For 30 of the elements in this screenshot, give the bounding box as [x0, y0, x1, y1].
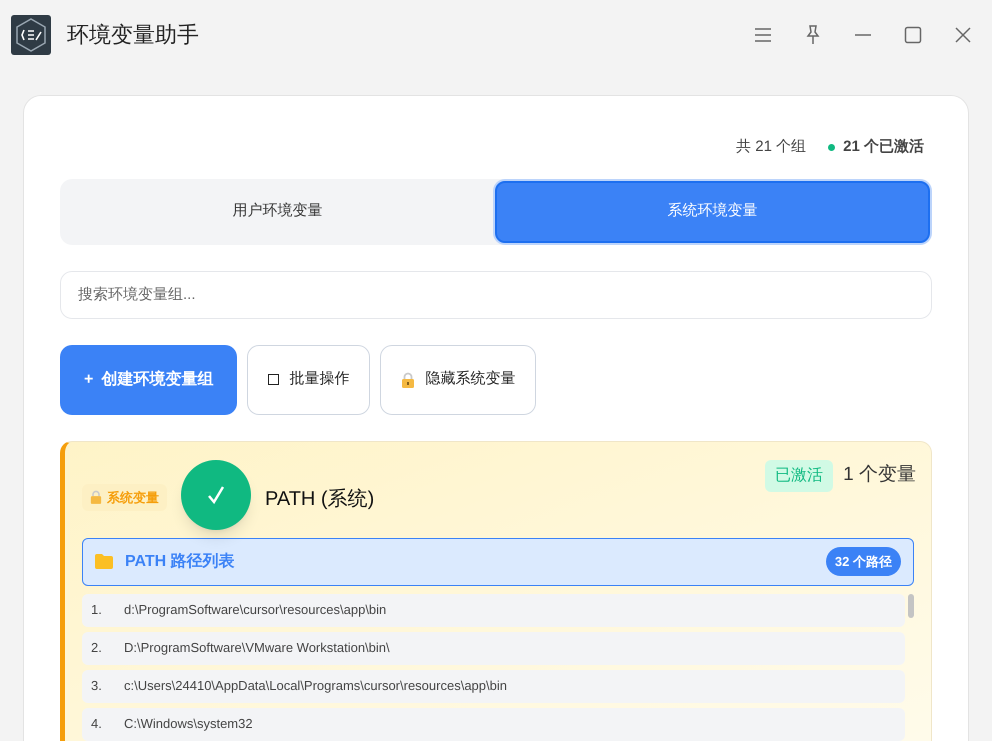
path-count: 32 个路径	[826, 546, 901, 576]
path-text: D:\ProgramSoftware\VMware Workstation\bin\	[124, 639, 390, 658]
status-badge: 已激活	[765, 460, 834, 492]
check-icon	[207, 484, 225, 504]
folder-icon	[95, 554, 113, 569]
row-number: 2.	[91, 639, 103, 658]
variable-count: 1 个变量	[843, 463, 916, 488]
create-group-button[interactable]: + 创建环境变量组	[60, 344, 238, 414]
checkbox-icon	[268, 374, 280, 385]
path-text: C:\Windows\system32	[124, 715, 253, 734]
group-count: 共 21 个组	[736, 137, 806, 157]
path-list-title: PATH 路径列表	[125, 552, 236, 572]
scrollbar-thumb	[908, 594, 914, 618]
group-name: PATH (系统)	[265, 486, 376, 512]
lock-icon	[90, 490, 102, 504]
row-number: 1.	[91, 601, 103, 620]
row-number: 4.	[91, 715, 103, 734]
search-field[interactable]: 搜索环境变量组...	[60, 270, 932, 318]
window-title: 环境变量助手	[67, 21, 200, 49]
batch-button[interactable]: 批量操作	[247, 344, 370, 414]
hide-system-button[interactable]: 隐藏系统变量	[380, 344, 536, 414]
row-number: 3.	[91, 677, 103, 696]
app-logo-icon	[11, 14, 51, 54]
tab[interactable]: 系统环境变量	[495, 180, 930, 242]
path-text: d:\ProgramSoftware\cursor\resources\app\bin	[124, 601, 386, 620]
tab[interactable]: 用户环境变量	[62, 180, 493, 242]
system-badge: 系统变量	[82, 484, 167, 511]
lock-icon	[401, 372, 416, 388]
active-count: 21 个已激活	[843, 137, 924, 157]
path-text: c:\Users\24410\AppData\Local\Programs\cursor\resources\app\bin	[124, 677, 507, 696]
